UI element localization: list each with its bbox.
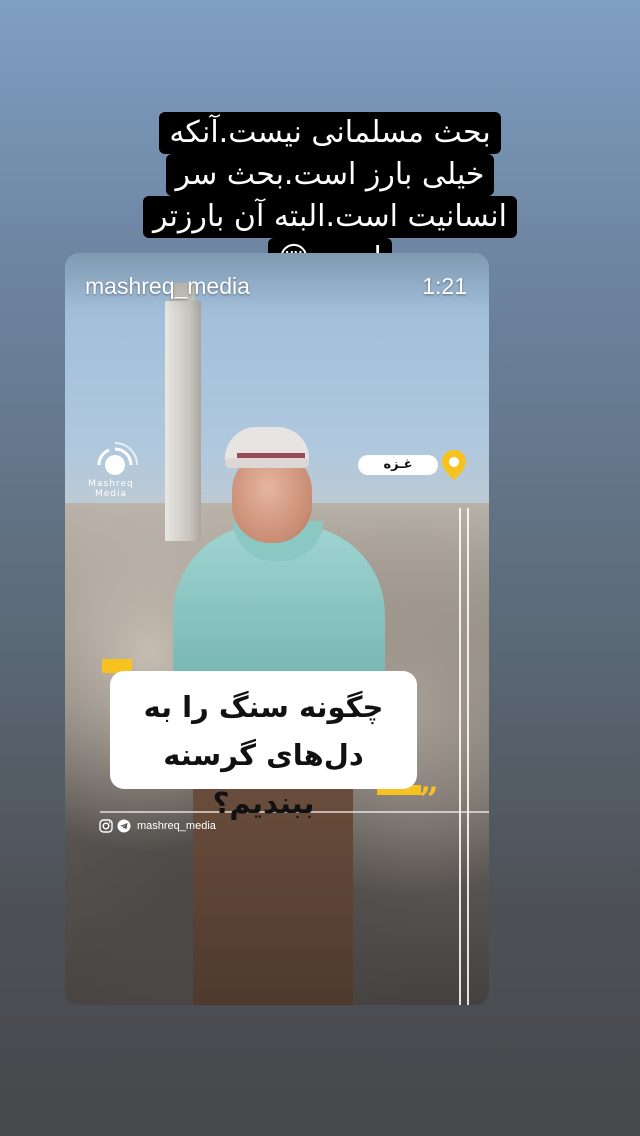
video-tower xyxy=(165,301,201,541)
post-username[interactable]: mashreq_media xyxy=(85,273,250,300)
location-tag: غـزه xyxy=(358,455,438,475)
instagram-icon xyxy=(99,819,113,833)
quote-line-2: دل‌های گرسنه ببندیم؟ xyxy=(163,738,364,820)
location-pin-icon xyxy=(442,450,466,480)
caption-line-2: خیلی بارز است.بحث سر xyxy=(165,154,495,196)
shared-video-post[interactable]: Mashreq Media mashreq_media 1:21 غـزه چگ… xyxy=(65,253,489,1005)
decorative-vertical-line-2 xyxy=(467,508,469,1005)
quote-mark: ” xyxy=(419,780,439,820)
video-duration: 1:21 xyxy=(422,273,467,299)
quote-line-1: چگونه سنگ را به xyxy=(143,690,384,724)
caption-line-3: انسانیت است.البته آن بارزتر xyxy=(143,196,517,238)
video-person-cap-brim xyxy=(225,458,309,468)
telegram-icon xyxy=(117,819,131,833)
quote-box: چگونه سنگ را به دل‌های گرسنه ببندیم؟ xyxy=(110,671,417,820)
social-handle-text: mashreq_media xyxy=(137,820,216,832)
decorative-vertical-line-1 xyxy=(459,508,461,1005)
caption-line-1: بحث مسلمانی نیست.آنکه xyxy=(159,112,501,154)
mashreq-logo-text: Mashreq Media xyxy=(88,479,134,499)
social-handle-row: mashreq_media xyxy=(99,819,216,833)
